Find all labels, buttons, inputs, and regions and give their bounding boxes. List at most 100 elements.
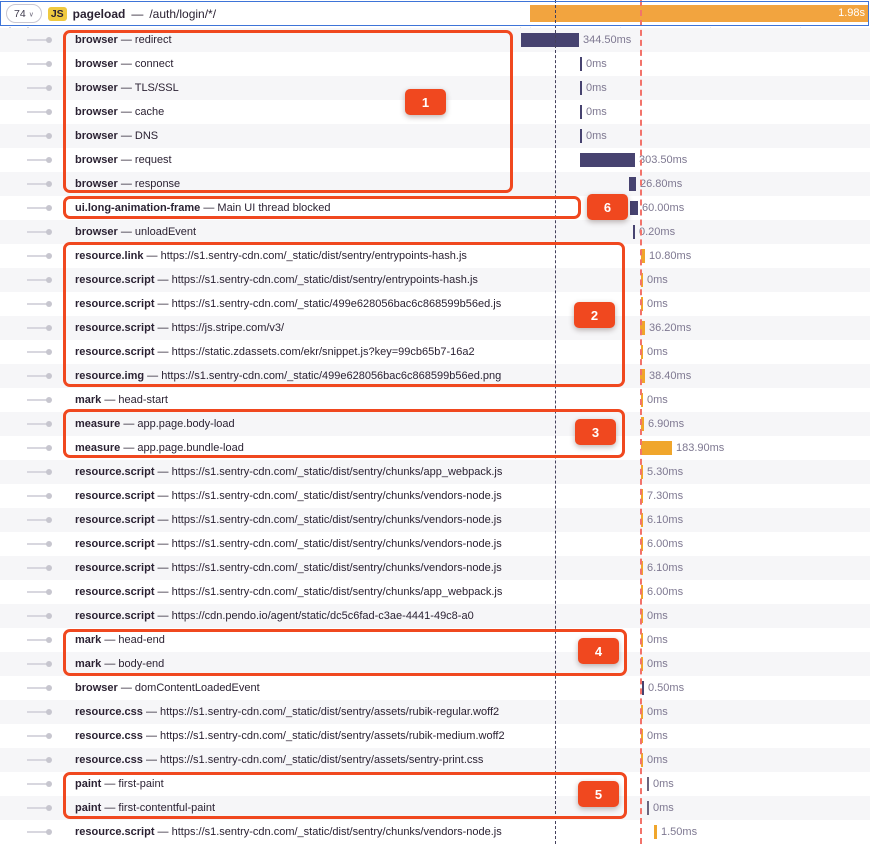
span-op: measure — [75, 418, 120, 430]
separator: — — [121, 34, 135, 46]
span-duration: 0ms — [653, 796, 674, 820]
span-op: paint — [75, 802, 101, 814]
span-row[interactable]: resource.script — https://s1.sentry-cdn.… — [0, 292, 870, 316]
tree-node-dot — [46, 781, 52, 787]
span-row[interactable]: resource.css — https://s1.sentry-cdn.com… — [0, 724, 870, 748]
span-op: resource.script — [75, 514, 154, 526]
tree-connector — [27, 423, 47, 425]
span-duration: 0ms — [647, 700, 668, 724]
span-row[interactable]: browser — connect 0ms — [0, 52, 870, 76]
span-row[interactable]: resource.script — https://static.zdasset… — [0, 340, 870, 364]
tree-node-dot — [46, 397, 52, 403]
span-duration: 6.90ms — [648, 412, 684, 436]
span-duration: 6.10ms — [647, 508, 683, 532]
span-duration: 0.20ms — [639, 220, 675, 244]
tree-connector — [27, 327, 47, 329]
span-bar — [641, 513, 643, 527]
tree-connector — [27, 399, 47, 401]
span-row[interactable]: browser — DNS 0ms — [0, 124, 870, 148]
tree-node-dot — [46, 469, 52, 475]
span-description: https://s1.sentry-cdn.com/_static/dist/s… — [160, 730, 505, 742]
span-row[interactable]: browser — cache 0ms — [0, 100, 870, 124]
span-row[interactable]: resource.script — https://s1.sentry-cdn.… — [0, 508, 870, 532]
span-row[interactable]: resource.script — https://s1.sentry-cdn.… — [0, 460, 870, 484]
span-bar — [641, 345, 643, 359]
span-bar — [580, 153, 635, 167]
span-row[interactable]: resource.script — https://s1.sentry-cdn.… — [0, 532, 870, 556]
root-span-description: /auth/login/*/ — [149, 7, 216, 21]
span-row[interactable]: browser — TLS/SSL 0ms — [0, 76, 870, 100]
separator: — — [104, 778, 118, 790]
span-label: browser — connect — [75, 52, 516, 76]
span-row[interactable]: resource.script — https://s1.sentry-cdn.… — [0, 484, 870, 508]
span-op: browser — [75, 682, 118, 694]
root-span-bar: 1.98s — [530, 5, 868, 22]
span-duration: 303.50ms — [639, 148, 687, 172]
separator: — — [121, 682, 135, 694]
separator: — — [158, 538, 172, 550]
span-row[interactable]: measure — app.page.body-load 6.90ms — [0, 412, 870, 436]
tree-connector — [27, 63, 47, 65]
span-row[interactable]: resource.img — https://s1.sentry-cdn.com… — [0, 364, 870, 388]
span-row[interactable]: resource.script — https://s1.sentry-cdn.… — [0, 580, 870, 604]
tree-connector — [27, 351, 47, 353]
span-row[interactable]: resource.css — https://s1.sentry-cdn.com… — [0, 700, 870, 724]
trace-header-row[interactable]: 74 ∨ JS pageload — /auth/login/*/ 1.98s — [0, 0, 870, 27]
tree-node-dot — [46, 133, 52, 139]
tree-node-dot — [46, 421, 52, 427]
tree-connector — [27, 231, 47, 233]
span-bar — [633, 225, 635, 239]
span-bar — [580, 129, 582, 143]
span-row[interactable]: resource.link — https://s1.sentry-cdn.co… — [0, 244, 870, 268]
span-row[interactable]: browser — unloadEvent 0.20ms — [0, 220, 870, 244]
span-duration: 36.20ms — [649, 316, 691, 340]
span-label: resource.link — https://s1.sentry-cdn.co… — [75, 244, 516, 268]
tree-connector — [27, 615, 47, 617]
span-row[interactable]: browser — request 303.50ms — [0, 148, 870, 172]
span-row[interactable]: mark — body-end 0ms — [0, 652, 870, 676]
span-description: first-contentful-paint — [118, 802, 215, 814]
span-description: Main UI thread blocked — [217, 202, 330, 214]
tree-connector — [27, 87, 47, 89]
span-duration: 0ms — [647, 652, 668, 676]
span-row[interactable]: paint — first-paint 0ms — [0, 772, 870, 796]
span-row[interactable]: measure — app.page.bundle-load 183.90ms — [0, 436, 870, 460]
span-row[interactable]: mark — head-start 0ms — [0, 388, 870, 412]
span-op: browser — [75, 34, 118, 46]
tree-node-dot — [46, 181, 52, 187]
tree-node-dot — [46, 253, 52, 259]
tree-node-dot — [46, 493, 52, 499]
span-row[interactable]: browser — domContentLoadedEvent 0.50ms — [0, 676, 870, 700]
separator: — — [158, 466, 172, 478]
span-row[interactable]: browser — redirect 344.50ms — [0, 28, 870, 52]
span-row[interactable]: resource.script — https://s1.sentry-cdn.… — [0, 268, 870, 292]
root-span-op: pageload — [73, 7, 126, 21]
span-row[interactable]: mark — head-end 0ms — [0, 628, 870, 652]
expand-children-pill[interactable]: 74 ∨ — [6, 4, 42, 23]
span-label: resource.script — https://s1.sentry-cdn.… — [75, 292, 516, 316]
span-row[interactable]: paint — first-contentful-paint 0ms — [0, 796, 870, 820]
span-row[interactable]: resource.script — https://s1.sentry-cdn.… — [0, 556, 870, 580]
span-bar — [641, 633, 643, 647]
span-description: https://s1.sentry-cdn.com/_static/dist/s… — [172, 274, 478, 286]
span-label: resource.script — https://s1.sentry-cdn.… — [75, 460, 516, 484]
span-label: browser — DNS — [75, 124, 516, 148]
span-duration: 0ms — [647, 628, 668, 652]
tree-node-dot — [46, 373, 52, 379]
span-row[interactable]: ui.long-animation-frame — Main UI thread… — [0, 196, 870, 220]
javascript-platform-icon: JS — [48, 7, 67, 21]
span-label: browser — redirect — [75, 28, 516, 52]
span-duration: 0ms — [586, 124, 607, 148]
span-row[interactable]: resource.script — https://js.stripe.com/… — [0, 316, 870, 340]
separator: — — [121, 130, 135, 142]
tree-node-dot — [46, 733, 52, 739]
span-row[interactable]: resource.script — https://s1.sentry-cdn.… — [0, 820, 870, 844]
tree-node-dot — [46, 85, 52, 91]
tree-connector — [27, 567, 47, 569]
separator: — — [203, 202, 217, 214]
span-row[interactable]: resource.script — https://cdn.pendo.io/a… — [0, 604, 870, 628]
span-row[interactable]: browser — response 26.80ms — [0, 172, 870, 196]
span-label: resource.script — https://s1.sentry-cdn.… — [75, 484, 516, 508]
span-bar — [641, 561, 643, 575]
span-row[interactable]: resource.css — https://s1.sentry-cdn.com… — [0, 748, 870, 772]
